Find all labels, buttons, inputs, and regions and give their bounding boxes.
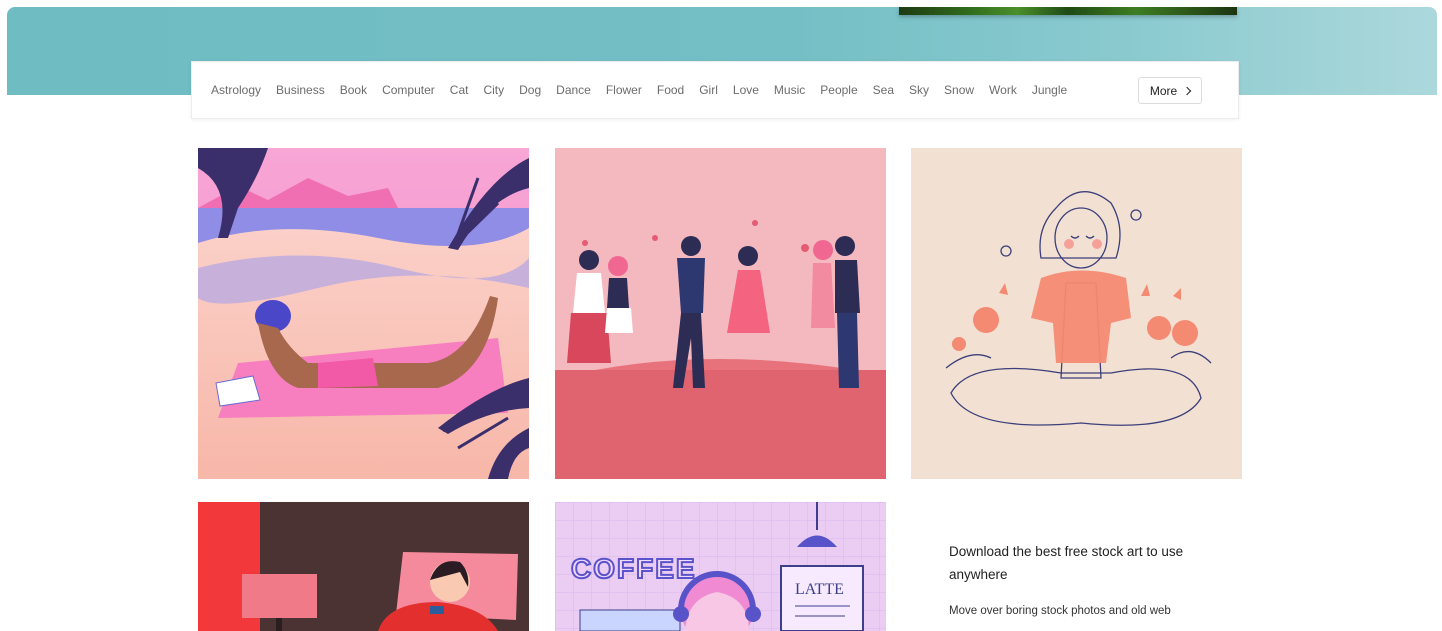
meditation-illustration xyxy=(911,148,1242,479)
category-link-sea[interactable]: Sea xyxy=(873,83,894,97)
category-link-business[interactable]: Business xyxy=(276,83,325,97)
category-link-people[interactable]: People xyxy=(820,83,857,97)
category-link-flower[interactable]: Flower xyxy=(606,83,642,97)
category-link-girl[interactable]: Girl xyxy=(699,83,718,97)
category-link-food[interactable]: Food xyxy=(657,83,684,97)
image-tile-coffee[interactable]: COFFEE LATTE xyxy=(555,502,886,631)
coffee-sign-text: COFFEE xyxy=(571,553,697,584)
category-link-love[interactable]: Love xyxy=(733,83,759,97)
category-link-astrology[interactable]: Astrology xyxy=(211,83,261,97)
beach-illustration xyxy=(198,148,529,479)
category-link-jungle[interactable]: Jungle xyxy=(1032,83,1067,97)
category-list: Astrology Business Book Computer Cat City Dog D… xyxy=(211,83,1082,97)
category-link-cat[interactable]: Cat xyxy=(450,83,469,97)
category-link-work[interactable]: Work xyxy=(989,83,1017,97)
more-categories-button[interactable]: More xyxy=(1138,77,1202,104)
promo-body: Move over boring stock photos and old we… xyxy=(949,605,1171,617)
image-tile-beach[interactable] xyxy=(198,148,529,479)
category-link-city[interactable]: City xyxy=(483,83,504,97)
coffee-illustration: COFFEE LATTE xyxy=(555,502,886,631)
chevron-right-icon xyxy=(1182,86,1192,95)
category-link-sky[interactable]: Sky xyxy=(909,83,929,97)
image-tile-meditation[interactable] xyxy=(911,148,1242,479)
image-tile-dance[interactable] xyxy=(555,148,886,479)
dance-illustration xyxy=(555,148,886,479)
latte-sign-text: LATTE xyxy=(795,581,844,598)
promo-title: Download the best free stock art to use … xyxy=(949,544,1184,582)
category-link-dance[interactable]: Dance xyxy=(556,83,591,97)
category-link-dog[interactable]: Dog xyxy=(519,83,541,97)
category-link-computer[interactable]: Computer xyxy=(382,83,435,97)
promo-block: Download the best free stock art to use … xyxy=(949,540,1209,617)
more-label: More xyxy=(1149,83,1178,98)
bedroom-illustration xyxy=(198,502,529,631)
hero-image[interactable] xyxy=(899,7,1237,15)
category-link-book[interactable]: Book xyxy=(340,83,367,97)
category-bar: Astrology Business Book Computer Cat City Dog D… xyxy=(191,61,1239,119)
category-link-snow[interactable]: Snow xyxy=(944,83,974,97)
category-link-music[interactable]: Music xyxy=(774,83,805,97)
image-tile-bedroom[interactable] xyxy=(198,502,529,631)
